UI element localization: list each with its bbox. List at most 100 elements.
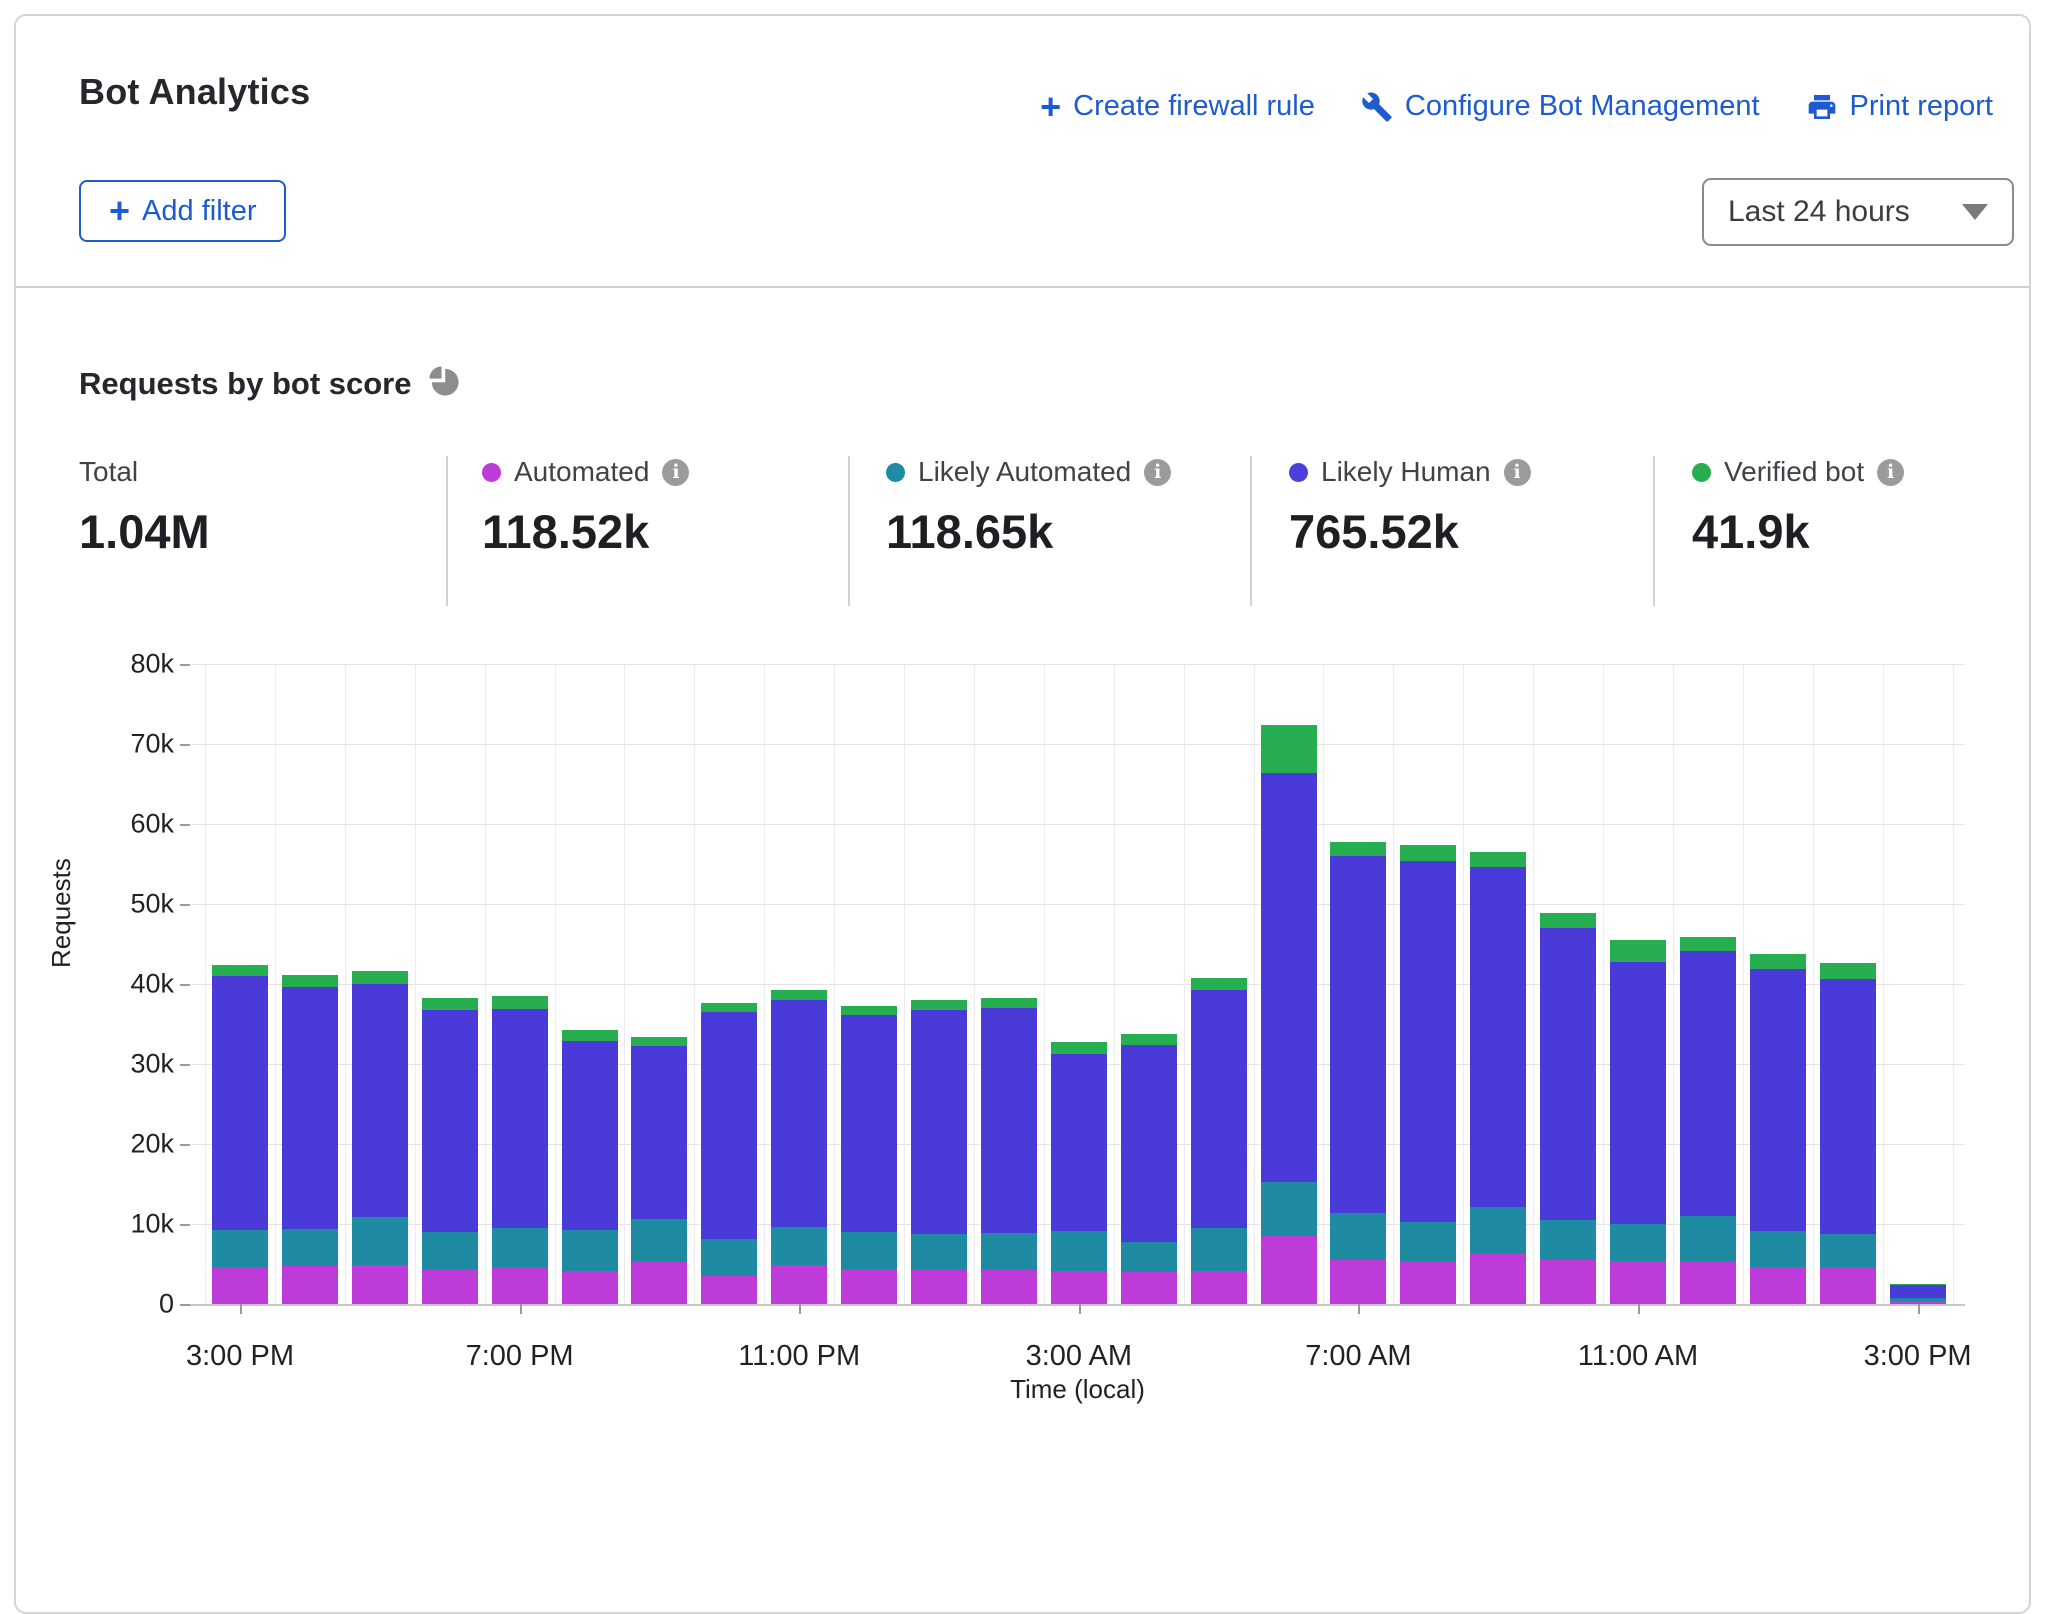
bar-segment-automated[interactable] — [1750, 1267, 1806, 1304]
bar-segment-verified-bot[interactable] — [1680, 937, 1736, 951]
bar-segment-verified-bot[interactable] — [1540, 913, 1596, 928]
bar-segment-likely-human[interactable] — [352, 984, 408, 1217]
bar-segment-automated[interactable] — [492, 1267, 548, 1304]
bar-900am[interactable] — [1470, 852, 1526, 1304]
bar-600pm[interactable] — [422, 998, 478, 1304]
bar-segment-automated[interactable] — [282, 1266, 338, 1304]
bar-segment-likely-human[interactable] — [911, 1010, 967, 1235]
bar-segment-likely-automated[interactable] — [492, 1228, 548, 1267]
bar-segment-likely-automated[interactable] — [1261, 1182, 1317, 1236]
bar-segment-verified-bot[interactable] — [1261, 725, 1317, 773]
bar-segment-likely-automated[interactable] — [1330, 1213, 1386, 1260]
bar-segment-likely-automated[interactable] — [1820, 1234, 1876, 1267]
bar-segment-verified-bot[interactable] — [1750, 954, 1806, 968]
bar-segment-likely-human[interactable] — [1680, 951, 1736, 1216]
bar-segment-likely-human[interactable] — [771, 1000, 827, 1227]
bar-300pm[interactable] — [1890, 1284, 1946, 1304]
bar-segment-likely-automated[interactable] — [352, 1217, 408, 1265]
bar-segment-verified-bot[interactable] — [352, 971, 408, 984]
add-filter-button[interactable]: + Add filter — [79, 180, 286, 242]
bar-segment-verified-bot[interactable] — [422, 998, 478, 1010]
bar-segment-likely-automated[interactable] — [771, 1227, 827, 1265]
bar-segment-verified-bot[interactable] — [1610, 940, 1666, 962]
bar-segment-likely-human[interactable] — [1051, 1054, 1107, 1231]
bar-segment-verified-bot[interactable] — [1191, 978, 1247, 989]
bar-segment-likely-human[interactable] — [562, 1041, 618, 1230]
bar-segment-verified-bot[interactable] — [701, 1003, 757, 1012]
bar-200pm[interactable] — [1820, 963, 1876, 1304]
bar-300pm[interactable] — [212, 965, 268, 1304]
bar-segment-likely-human[interactable] — [422, 1010, 478, 1232]
bar-segment-likely-human[interactable] — [282, 987, 338, 1229]
bar-segment-verified-bot[interactable] — [981, 998, 1037, 1008]
bar-segment-verified-bot[interactable] — [841, 1006, 897, 1016]
bar-800am[interactable] — [1400, 845, 1456, 1304]
bar-segment-automated[interactable] — [771, 1265, 827, 1304]
bar-segment-likely-automated[interactable] — [1680, 1216, 1736, 1262]
bar-segment-likely-automated[interactable] — [1121, 1242, 1177, 1272]
bar-segment-likely-automated[interactable] — [282, 1229, 338, 1267]
bar-segment-likely-human[interactable] — [1261, 773, 1317, 1183]
bar-segment-likely-human[interactable] — [1191, 990, 1247, 1228]
bar-1000pm[interactable] — [701, 1003, 757, 1304]
bar-segment-likely-human[interactable] — [1330, 856, 1386, 1213]
info-icon[interactable]: i — [1877, 459, 1904, 486]
bar-400pm[interactable] — [282, 975, 338, 1304]
bar-900pm[interactable] — [631, 1037, 687, 1304]
bar-segment-likely-automated[interactable] — [701, 1239, 757, 1276]
bar-segment-automated[interactable] — [631, 1262, 687, 1304]
bar-segment-automated[interactable] — [1610, 1261, 1666, 1304]
bar-1100am[interactable] — [1610, 940, 1666, 1304]
bar-segment-likely-automated[interactable] — [631, 1219, 687, 1262]
bar-400am[interactable] — [1121, 1034, 1177, 1304]
bar-segment-verified-bot[interactable] — [1330, 842, 1386, 856]
bar-segment-likely-human[interactable] — [1470, 867, 1526, 1207]
bar-segment-likely-human[interactable] — [492, 1009, 548, 1228]
bar-segment-verified-bot[interactable] — [492, 996, 548, 1009]
bar-segment-likely-human[interactable] — [1540, 928, 1596, 1220]
bar-segment-automated[interactable] — [1051, 1271, 1107, 1304]
bar-100pm[interactable] — [1750, 954, 1806, 1304]
bar-segment-verified-bot[interactable] — [212, 965, 268, 976]
bar-200am[interactable] — [981, 998, 1037, 1304]
bar-segment-automated[interactable] — [841, 1269, 897, 1304]
bar-segment-likely-automated[interactable] — [422, 1232, 478, 1270]
bar-segment-automated[interactable] — [1820, 1267, 1876, 1304]
bar-300am[interactable] — [1051, 1042, 1107, 1304]
configure-bot-management-link[interactable]: Configure Bot Management — [1361, 90, 1760, 123]
bar-segment-automated[interactable] — [1261, 1236, 1317, 1304]
bar-segment-automated[interactable] — [422, 1270, 478, 1304]
bar-segment-verified-bot[interactable] — [911, 1000, 967, 1010]
bar-700am[interactable] — [1330, 842, 1386, 1304]
bar-600am[interactable] — [1261, 725, 1317, 1304]
bar-segment-likely-automated[interactable] — [841, 1232, 897, 1269]
bar-segment-automated[interactable] — [1400, 1262, 1456, 1304]
time-range-dropdown[interactable]: Last 24 hours — [1702, 178, 2014, 246]
bar-500pm[interactable] — [352, 971, 408, 1304]
bar-segment-automated[interactable] — [911, 1270, 967, 1304]
bar-segment-automated[interactable] — [1680, 1262, 1736, 1304]
bar-segment-likely-automated[interactable] — [1610, 1224, 1666, 1261]
bar-100am[interactable] — [911, 1000, 967, 1304]
bar-segment-likely-automated[interactable] — [562, 1230, 618, 1272]
info-icon[interactable]: i — [1144, 459, 1171, 486]
bar-segment-likely-automated[interactable] — [981, 1233, 1037, 1271]
bar-segment-likely-human[interactable] — [1890, 1285, 1946, 1298]
bar-segment-likely-automated[interactable] — [1750, 1231, 1806, 1267]
bar-segment-likely-human[interactable] — [1400, 861, 1456, 1223]
bar-segment-verified-bot[interactable] — [1121, 1034, 1177, 1045]
bar-1200am[interactable] — [841, 1006, 897, 1304]
bar-segment-verified-bot[interactable] — [1051, 1042, 1107, 1055]
bar-segment-likely-human[interactable] — [701, 1012, 757, 1239]
bar-segment-automated[interactable] — [352, 1265, 408, 1304]
bar-segment-automated[interactable] — [1330, 1260, 1386, 1304]
bar-1000am[interactable] — [1540, 913, 1596, 1304]
bar-segment-likely-automated[interactable] — [1540, 1220, 1596, 1260]
bar-800pm[interactable] — [562, 1030, 618, 1304]
bar-segment-verified-bot[interactable] — [771, 990, 827, 1000]
bar-segment-verified-bot[interactable] — [562, 1030, 618, 1041]
bar-segment-likely-automated[interactable] — [212, 1230, 268, 1267]
bar-segment-verified-bot[interactable] — [631, 1037, 687, 1046]
bar-segment-likely-human[interactable] — [1610, 962, 1666, 1224]
bar-segment-likely-human[interactable] — [841, 1015, 897, 1232]
